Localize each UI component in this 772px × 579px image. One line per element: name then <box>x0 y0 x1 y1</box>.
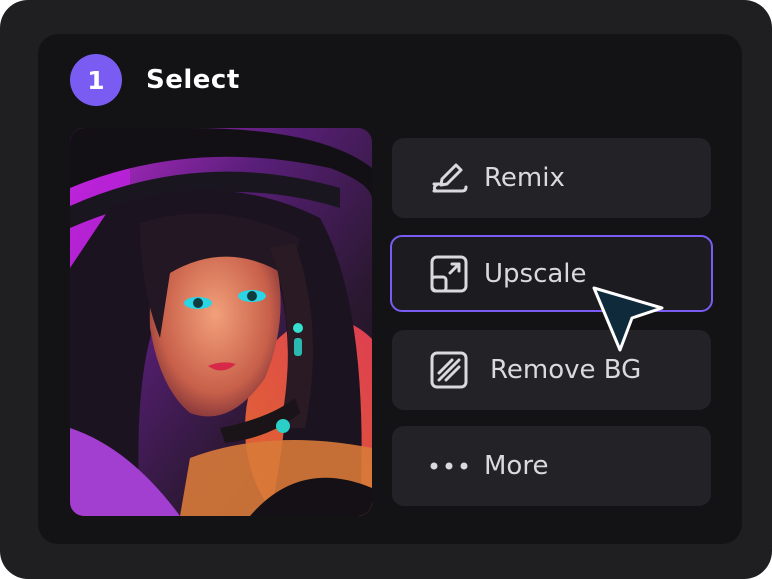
more-label: More <box>484 451 549 481</box>
expand-arrow-icon <box>428 253 470 295</box>
remix-button[interactable]: Remix <box>392 138 711 218</box>
image-thumbnail[interactable] <box>70 128 372 516</box>
step-title: Select <box>146 65 240 95</box>
portrait-image <box>70 128 372 516</box>
more-button[interactable]: More <box>392 426 711 506</box>
hatched-square-icon <box>428 349 470 391</box>
remix-label: Remix <box>484 163 565 193</box>
upscale-label: Upscale <box>484 258 587 289</box>
pointer-cursor-icon <box>588 282 670 358</box>
pen-line-icon <box>428 157 470 199</box>
step-number-badge: 1 <box>70 54 122 106</box>
remove-bg-label: Remove BG <box>490 355 642 385</box>
dots-icon <box>428 445 470 487</box>
